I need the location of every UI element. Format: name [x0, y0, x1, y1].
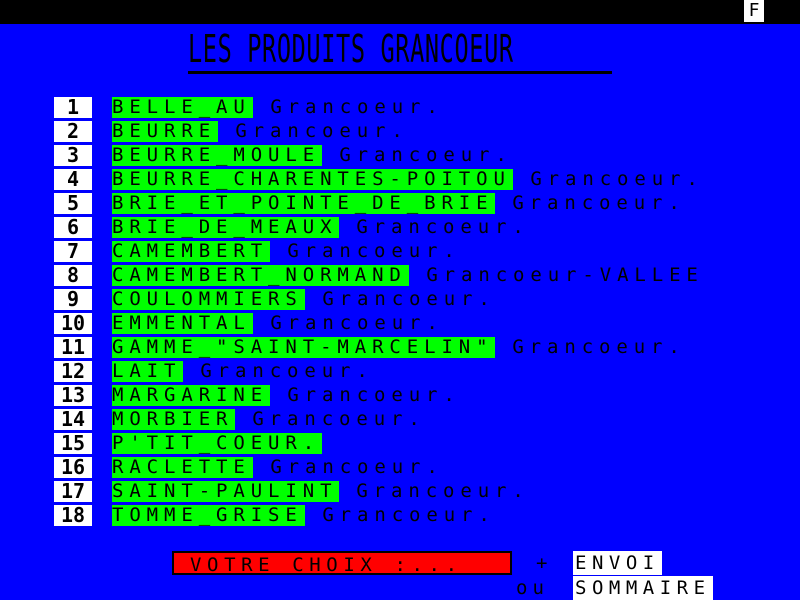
- list-item[interactable]: 14 MORBIER Grancoeur.: [0, 409, 800, 433]
- list-item[interactable]: 15 P'TIT_COEUR.: [0, 433, 800, 457]
- list-item[interactable]: 18 TOMME_GRISE Grancoeur.: [0, 505, 800, 529]
- item-number: 18: [54, 505, 92, 526]
- product-name: TOMME_GRISE: [112, 504, 305, 526]
- item-number: 14: [54, 409, 92, 430]
- item-number: 15: [54, 433, 92, 454]
- brand-label: Grancoeur.: [218, 120, 409, 142]
- list-item[interactable]: 16 RACLETTE Grancoeur.: [0, 457, 800, 481]
- product-name: BEURRE_CHARENTES-POITOU: [112, 168, 513, 190]
- item-number: 7: [54, 241, 92, 262]
- item-number: 2: [54, 121, 92, 142]
- item-number: 11: [54, 337, 92, 358]
- list-item[interactable]: 8 CAMEMBERT_NORMAND Grancoeur-VALLEE: [0, 265, 800, 289]
- item-number: 16: [54, 457, 92, 478]
- list-item[interactable]: 1 BELLE_AU Grancoeur.: [0, 97, 800, 121]
- brand-label: Grancoeur.: [270, 384, 461, 406]
- product-name: BEURRE_MOULE: [112, 144, 323, 166]
- brand-label: Grancoeur.: [305, 504, 496, 526]
- list-item[interactable]: 6 BRIE_DE_MEAUX Grancoeur.: [0, 217, 800, 241]
- product-name: CAMEMBERT_NORMAND: [112, 264, 409, 286]
- brand-label: Grancoeur.: [339, 216, 530, 238]
- product-name: SAINT-PAULINT: [112, 480, 340, 502]
- product-name: RACLETTE: [112, 456, 253, 478]
- title-underline: [188, 71, 612, 74]
- brand-label: Grancoeur-VALLEE: [409, 264, 704, 286]
- list-item[interactable]: 17 SAINT-PAULINT Grancoeur.: [0, 481, 800, 505]
- status-indicator: F: [744, 0, 764, 22]
- product-name: LAIT: [112, 360, 184, 382]
- brand-label: Grancoeur.: [513, 168, 704, 190]
- choice-input[interactable]: VOTRE CHOIX :...: [172, 551, 512, 576]
- product-name: MARGARINE: [112, 384, 271, 406]
- product-name: P'TIT_COEUR.: [112, 432, 323, 454]
- product-name: BRIE_DE_MEAUX: [112, 216, 340, 238]
- list-item[interactable]: 11 GAMME_"SAINT-MARCELIN" Grancoeur.: [0, 337, 800, 361]
- item-number: 6: [54, 217, 92, 238]
- item-number: 13: [54, 385, 92, 406]
- product-name: GAMME_"SAINT-MARCELIN": [112, 336, 496, 358]
- item-number: 10: [54, 313, 92, 334]
- list-item[interactable]: 4 BEURRE_CHARENTES-POITOU Grancoeur.: [0, 169, 800, 193]
- brand-label: Grancoeur.: [253, 96, 444, 118]
- item-number: 9: [54, 289, 92, 310]
- brand-label: Grancoeur.: [253, 312, 444, 334]
- product-name: CAMEMBERT: [112, 240, 271, 262]
- list-item[interactable]: 13 MARGARINE Grancoeur.: [0, 385, 800, 409]
- brand-label: Grancoeur.: [183, 360, 374, 382]
- envoi-key[interactable]: ENVOI: [573, 551, 662, 575]
- product-name: BELLE_AU: [112, 96, 253, 118]
- item-number: 8: [54, 265, 92, 286]
- page-title: LES PRODUITS GRANCOEUR: [188, 27, 514, 71]
- brand-label: Grancoeur.: [305, 288, 496, 310]
- item-number: 12: [54, 361, 92, 382]
- list-item[interactable]: 3 BEURRE_MOULE Grancoeur.: [0, 145, 800, 169]
- brand-label: Grancoeur.: [339, 480, 530, 502]
- plus-sign: +: [536, 552, 548, 574]
- product-name: BEURRE: [112, 120, 219, 142]
- item-number: 5: [54, 193, 92, 214]
- list-item[interactable]: 5 BRIE_ET_POINTE_DE_BRIE Grancoeur.: [0, 193, 800, 217]
- item-number: 4: [54, 169, 92, 190]
- top-status-bar: F: [0, 0, 800, 24]
- product-name: BRIE_ET_POINTE_DE_BRIE: [112, 192, 496, 214]
- product-name: MORBIER: [112, 408, 236, 430]
- brand-label: Grancoeur.: [495, 192, 686, 214]
- brand-label: Grancoeur.: [253, 456, 444, 478]
- brand-label: Grancoeur.: [235, 408, 426, 430]
- list-item[interactable]: 9 COULOMMIERS Grancoeur.: [0, 289, 800, 313]
- or-label: ou: [516, 577, 549, 599]
- product-name: EMMENTAL: [112, 312, 253, 334]
- list-item[interactable]: 12 LAIT Grancoeur.: [0, 361, 800, 385]
- sommaire-key[interactable]: SOMMAIRE: [573, 576, 713, 600]
- product-name: COULOMMIERS: [112, 288, 305, 310]
- list-item[interactable]: 2 BEURRE Grancoeur.: [0, 121, 800, 145]
- list-item[interactable]: 10 EMMENTAL Grancoeur.: [0, 313, 800, 337]
- item-number: 17: [54, 481, 92, 502]
- item-number: 1: [54, 97, 92, 118]
- brand-label: Grancoeur.: [270, 240, 461, 262]
- brand-label: Grancoeur.: [495, 336, 686, 358]
- item-number: 3: [54, 145, 92, 166]
- brand-label: Grancoeur.: [322, 144, 513, 166]
- list-item[interactable]: 7 CAMEMBERT Grancoeur.: [0, 241, 800, 265]
